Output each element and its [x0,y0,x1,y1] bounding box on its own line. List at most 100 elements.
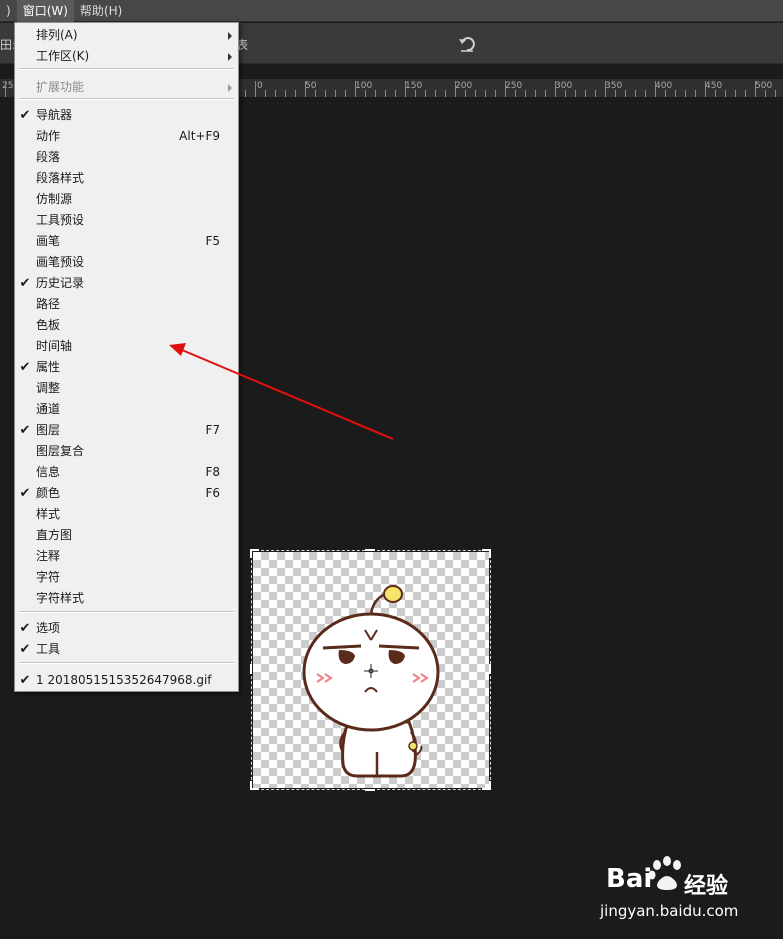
checkmark-icon: ✔ [19,108,31,123]
menu-item-label: 字符 [36,570,61,584]
menu-item-label: 画笔预设 [36,255,85,269]
menu-item-label: 通道 [36,402,61,416]
ruler-tick [605,81,606,97]
ruler-tick [285,90,286,97]
ruler-tick [535,90,536,97]
menu-item[interactable]: ✔ 选项 [15,618,238,639]
menu-separator [19,662,234,664]
menu-item-label: 信息 [36,465,61,479]
transform-handle-right[interactable] [489,664,491,674]
menu-item[interactable]: 调整 [15,378,238,399]
menu-item-label: 工具 [36,642,61,656]
ruler-tick [305,81,306,97]
ruler-tick [615,90,616,97]
ruler-tick [495,90,496,97]
menu-item[interactable]: ✔ 导航器 [15,105,238,126]
ruler-label: 100 [355,81,373,91]
menu-item[interactable]: 时间轴 [15,336,238,357]
menu-item[interactable]: 工作区(K) [15,46,238,67]
ruler-tick [745,90,746,97]
menu-item-label: 样式 [36,507,61,521]
menu-item[interactable]: 路径 [15,294,238,315]
menu-item[interactable]: ✔ 颜色 F6 [15,483,238,504]
menu-item-label: 调整 [36,381,61,395]
menu-item[interactable]: 信息 F8 [15,462,238,483]
ruler-tick [405,81,406,97]
menu-item-label: 直方图 [36,528,73,542]
ruler-label: 25 [2,81,14,91]
menu-item-label: 颜色 [36,486,61,500]
menu-separator [19,68,234,70]
checkmark-icon: ✔ [19,276,31,291]
ruler-tick [705,81,706,97]
menu-item[interactable]: ✔ 1 2018051515352647968.gif [15,670,238,691]
ruler-tick [275,90,276,97]
submenu-arrow-icon [228,32,232,40]
menu-item[interactable]: 工具预设 [15,210,238,231]
menu-item-label: 图层复合 [36,444,85,458]
ruler-tick [315,90,316,97]
checkmark-icon: ✔ [19,621,31,636]
ruler-tick [435,90,436,97]
menu-item[interactable]: 仿制源 [15,189,238,210]
ruler-tick [755,81,756,97]
ruler-tick [735,90,736,97]
menu-item[interactable]: 字符样式 [15,588,238,609]
menu-item[interactable]: 色板 [15,315,238,336]
menu-item-label: 工作区(K) [36,49,90,63]
checkmark-icon: ✔ [19,360,31,375]
menu-item[interactable]: 段落样式 [15,168,238,189]
menu-item[interactable]: ✔ 属性 [15,357,238,378]
menu-item[interactable]: 画笔 F5 [15,231,238,252]
ruler-tick [585,90,586,97]
menu-item-label: 字符样式 [36,591,85,605]
transform-handle-bottom-right[interactable] [482,781,491,790]
ruler-tick [5,81,6,97]
watermark-brand: Bai [606,864,653,894]
menu-item-partial[interactable]: ) [0,0,17,22]
menu-item[interactable]: 段落 [15,147,238,168]
ruler-tick [445,90,446,97]
menu-item[interactable]: 动作 Alt+F9 [15,126,238,147]
menu-item[interactable]: 样式 [15,504,238,525]
ruler-label: 150 [405,81,423,91]
ruler-tick [485,90,486,97]
ruler-tick [575,90,576,97]
menu-item-shortcut: F5 [205,234,220,248]
menu-item[interactable]: ✔ 历史记录 [15,273,238,294]
menu-item-window[interactable]: 窗口(W) [16,0,74,22]
ruler-tick [325,90,326,97]
transform-bounding-box[interactable] [251,550,491,790]
menu-item-help[interactable]: 帮助(H) [74,0,128,22]
menu-item[interactable]: 图层复合 [15,441,238,462]
ruler-tick [625,90,626,97]
ruler-tick [515,90,516,97]
transform-handle-bottom[interactable] [365,789,375,791]
ruler-tick [365,90,366,97]
checkmark-icon: ✔ [19,673,31,688]
checkmark-icon: ✔ [19,423,31,438]
ruler-label: 250 [505,81,523,91]
ruler-tick [685,90,686,97]
menu-item[interactable]: 通道 [15,399,238,420]
menu-separator [19,98,234,100]
menu-item-label: 动作 [36,129,61,143]
transform-handle-top[interactable] [365,549,375,551]
menu-item-label: 历史记录 [36,276,85,290]
transform-handle-top-right[interactable] [482,549,491,558]
menu-separator [19,611,234,613]
menu-item[interactable]: 直方图 [15,525,238,546]
ruler-label: 450 [705,81,723,91]
transform-handle-top-left[interactable] [250,549,259,558]
menu-item[interactable]: ✔ 工具 [15,639,238,660]
transform-handle-left[interactable] [250,664,252,674]
transform-handle-bottom-left[interactable] [250,781,259,790]
ruler-tick [475,90,476,97]
menu-item[interactable]: 注释 [15,546,238,567]
menu-item-label: 扩展功能 [36,80,85,94]
menu-item[interactable]: 字符 [15,567,238,588]
menu-item[interactable]: 排列(A) [15,25,238,46]
menu-item[interactable]: ✔ 图层 F7 [15,420,238,441]
undo-icon[interactable] [457,34,477,54]
menu-item[interactable]: 画笔预设 [15,252,238,273]
